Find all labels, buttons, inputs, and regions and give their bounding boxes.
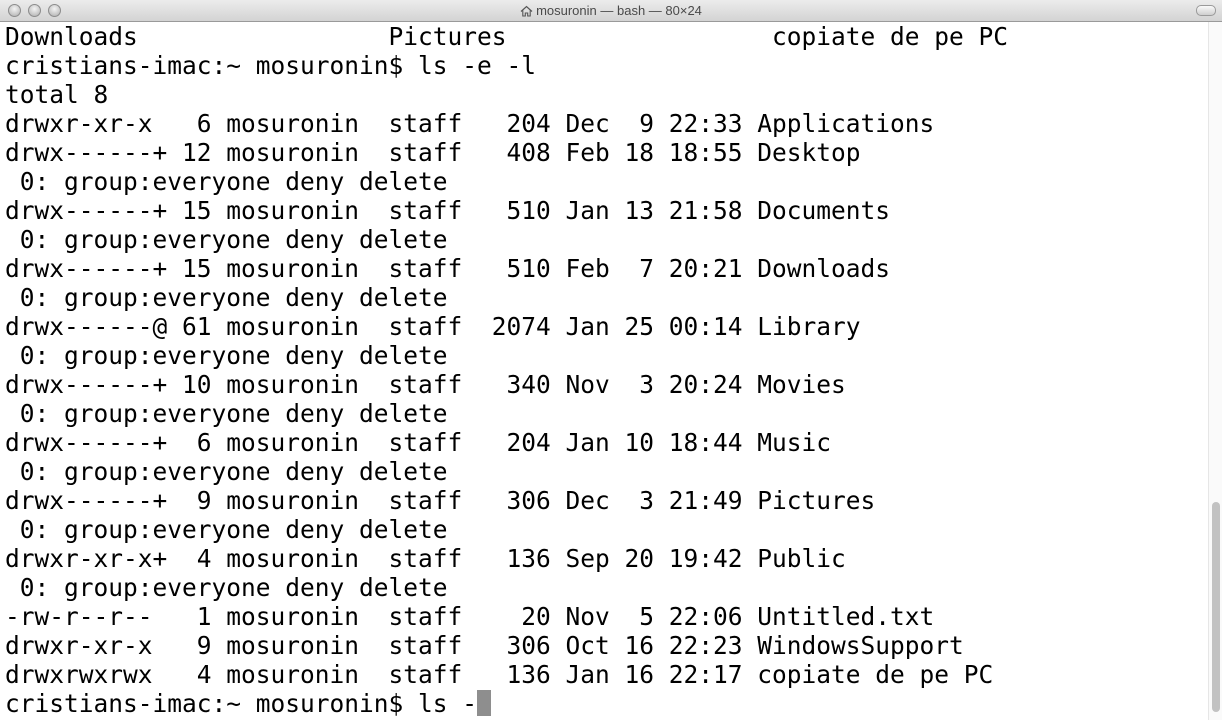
terminal-output[interactable]: Downloads Pictures copiate de pe PC cris… bbox=[0, 22, 1208, 720]
terminal-line: drwxrwxrwx 4 mosuronin staff 136 Jan 16 … bbox=[5, 660, 994, 689]
terminal-line: drwx------+ 6 mosuronin staff 204 Jan 10… bbox=[5, 428, 832, 457]
terminal-line: total 8 bbox=[5, 80, 109, 109]
scrollbar-thumb[interactable] bbox=[1212, 502, 1220, 712]
terminal-line: 0: group:everyone deny delete bbox=[5, 283, 448, 312]
window-title: mosuronin — bash — 80×24 bbox=[536, 3, 702, 18]
terminal-line: drwx------+ 9 mosuronin staff 306 Dec 3 … bbox=[5, 486, 876, 515]
terminal-line: 0: group:everyone deny delete bbox=[5, 457, 448, 486]
vertical-scrollbar[interactable] bbox=[1208, 22, 1222, 720]
title-bar[interactable]: mosuronin — bash — 80×24 bbox=[0, 0, 1222, 22]
terminal-line: drwx------+ 12 mosuronin staff 408 Feb 1… bbox=[5, 138, 861, 167]
terminal-line: 0: group:everyone deny delete bbox=[5, 515, 448, 544]
terminal-line: 0: group:everyone deny delete bbox=[5, 399, 448, 428]
terminal-line: drwx------+ 10 mosuronin staff 340 Nov 3… bbox=[5, 370, 846, 399]
terminal-line: drwxr-xr-x 9 mosuronin staff 306 Oct 16 … bbox=[5, 631, 964, 660]
terminal-line: 0: group:everyone deny delete bbox=[5, 167, 448, 196]
terminal-line: drwx------+ 15 mosuronin staff 510 Jan 1… bbox=[5, 196, 891, 225]
terminal-window: mosuronin — bash — 80×24 Downloads Pictu… bbox=[0, 0, 1222, 720]
terminal-line: 0: group:everyone deny delete bbox=[5, 341, 448, 370]
terminal-prompt-line[interactable]: cristians-imac:~ mosuronin$ ls - bbox=[5, 689, 492, 718]
toolbar-toggle-button[interactable] bbox=[1196, 5, 1216, 16]
terminal-line: -rw-r--r-- 1 mosuronin staff 20 Nov 5 22… bbox=[5, 602, 935, 631]
terminal-line: drwx------+ 15 mosuronin staff 510 Feb 7… bbox=[5, 254, 891, 283]
terminal-line: Downloads Pictures copiate de pe PC bbox=[5, 22, 1009, 51]
text-cursor bbox=[477, 690, 492, 716]
terminal-line: drwxr-xr-x 6 mosuronin staff 204 Dec 9 2… bbox=[5, 109, 935, 138]
terminal-line: drwxr-xr-x+ 4 mosuronin staff 136 Sep 20… bbox=[5, 544, 846, 573]
home-icon bbox=[520, 5, 533, 21]
terminal-line: 0: group:everyone deny delete bbox=[5, 573, 448, 602]
window-title-container: mosuronin — bash — 80×24 bbox=[0, 3, 1222, 21]
terminal-line: drwx------@ 61 mosuronin staff 2074 Jan … bbox=[5, 312, 861, 341]
terminal-line: cristians-imac:~ mosuronin$ ls -e -l bbox=[5, 51, 537, 80]
terminal-line: 0: group:everyone deny delete bbox=[5, 225, 448, 254]
prompt-input-text[interactable]: cristians-imac:~ mosuronin$ ls - bbox=[5, 689, 477, 718]
